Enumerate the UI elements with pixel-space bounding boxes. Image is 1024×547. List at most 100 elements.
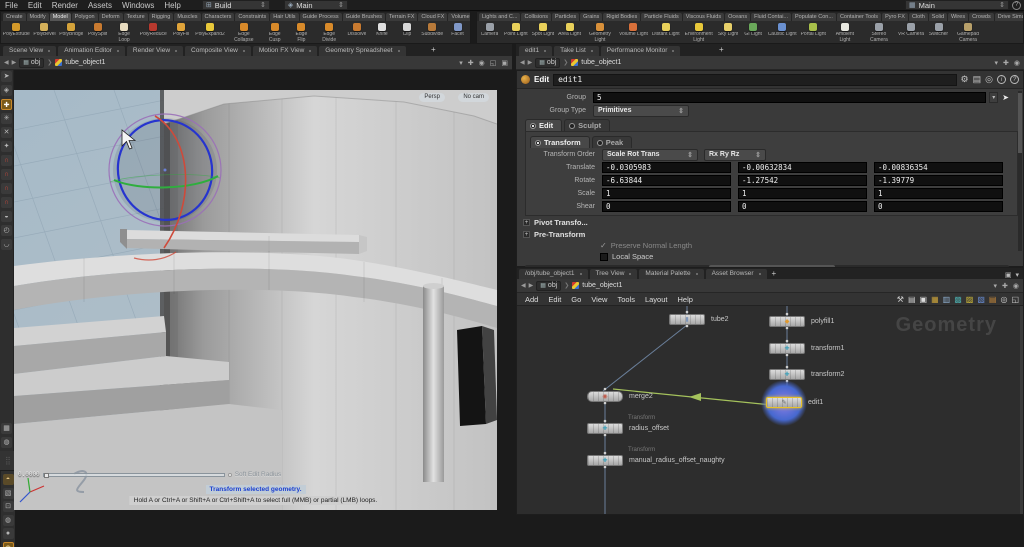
shelf-tool[interactable]: Edge Collapse	[227, 21, 261, 44]
rotate-y-field[interactable]: -1.27542	[738, 175, 867, 186]
soft-edit-radius-slider[interactable]: 0.0000 Soft Edit Radius	[18, 471, 281, 478]
shelf-tab[interactable]: Wires	[948, 13, 968, 21]
shelf-tab[interactable]: Populate Con...	[792, 13, 836, 21]
pane-tab[interactable]: Asset Browser	[706, 269, 767, 279]
toolbar-icon[interactable]: ▦	[1, 423, 12, 434]
shelf-tool[interactable]: Caustic Light	[766, 21, 799, 44]
shelf-tool[interactable]: PolyReduce	[138, 21, 169, 44]
shelf-tab[interactable]: Cloth	[909, 13, 928, 21]
display-option-icon[interactable]: ◉	[3, 542, 14, 547]
back-icon[interactable]: ◀	[520, 59, 525, 66]
shelf-tool[interactable]: PolyExpand2D	[194, 21, 228, 44]
toolbar-icon[interactable]: ∩	[1, 183, 12, 194]
pre-transform-label[interactable]: Pre-Transform	[534, 230, 585, 239]
pane-tab[interactable]: Render View	[127, 46, 183, 56]
toolbar-icon[interactable]: ∩	[1, 197, 12, 208]
pin-icon[interactable]: ✚	[468, 59, 474, 67]
shelf-tab[interactable]: Viscous Fluids	[683, 13, 724, 21]
soft-edit-thumb[interactable]	[44, 473, 49, 478]
presets-icon[interactable]: ▤	[973, 74, 982, 85]
shelf-tool[interactable]: Stereo Camera	[862, 21, 896, 44]
network-toolbar-icon[interactable]: ▣	[920, 295, 928, 304]
pane-tab[interactable]: Composite View	[185, 46, 251, 56]
toolbar-drag-handle[interactable]: ⣿	[5, 456, 11, 465]
shelf-tab[interactable]: Guide Brushes	[343, 13, 385, 21]
menu-item[interactable]: Edit	[23, 1, 47, 10]
soft-edit-track[interactable]	[43, 473, 225, 477]
node-transform1[interactable]: ✚ transform1	[769, 343, 805, 354]
group-dropdown-icon[interactable]: ▾	[989, 92, 998, 103]
network-toolbar-icon[interactable]: ▨	[966, 295, 974, 304]
toolbar-icon[interactable]: ✕	[1, 127, 12, 138]
pin-icon[interactable]: ✚	[1002, 282, 1008, 290]
shelf-tab[interactable]: Create	[3, 13, 26, 21]
network-toolbar-icon[interactable]: ▤	[908, 295, 916, 304]
shelf-tab[interactable]: Polygon	[72, 13, 98, 21]
breadcrumb-context[interactable]: ▦ obj	[19, 58, 44, 68]
add-pane-tab-button[interactable]: +	[769, 269, 780, 279]
network-vscrollbar[interactable]	[1020, 306, 1023, 514]
shelf-tool[interactable]: VR Camera	[896, 21, 926, 44]
help-icon[interactable]: ?	[1010, 75, 1019, 84]
shelf-tool[interactable]: Area Light	[556, 21, 583, 44]
pane-tab[interactable]: Performance Monitor	[601, 46, 681, 56]
shelf-tab[interactable]: Pyro FX	[882, 13, 908, 21]
toolbar-icon[interactable]: ◈	[1, 85, 12, 96]
shear-z-field[interactable]: 0	[874, 201, 1003, 212]
shelf-tool[interactable]: GI Light	[741, 21, 766, 44]
dropdown-icon[interactable]: ▾	[1015, 271, 1019, 279]
shelf-tab[interactable]: Crowds	[969, 13, 994, 21]
shelf-tool[interactable]: Switcher	[926, 21, 951, 44]
shelf-tool[interactable]: Edge Loop	[110, 21, 138, 44]
toolbar-icon[interactable]: ➤	[1, 71, 12, 82]
scale-x-field[interactable]: 1	[602, 188, 731, 199]
node-merge2[interactable]: ◉ merge2	[587, 391, 623, 402]
node-name-field[interactable]: edit1	[553, 74, 956, 86]
translate-z-field[interactable]: -0.00836354	[874, 162, 1003, 173]
toolbar-icon[interactable]: ◡	[1, 239, 12, 250]
group-type-select[interactable]: Primitives ⇕	[593, 105, 689, 117]
pane-tab[interactable]: Material Palette	[639, 269, 703, 279]
shelf-tool[interactable]: Clip	[394, 21, 419, 44]
shelf-tab[interactable]: Muscles	[174, 13, 200, 21]
toolbar-icon[interactable]: ✚	[1, 99, 12, 110]
shelf-tool[interactable]: Environment Light	[682, 21, 716, 44]
shelf-tab[interactable]: Deform	[99, 13, 123, 21]
shelf-tool[interactable]: Volume Light	[617, 21, 650, 44]
radial-menu-icon[interactable]: ◉	[1013, 282, 1019, 290]
toolbar-icon[interactable]: ◴	[1, 225, 12, 236]
rotate-x-field[interactable]: -6.63844	[602, 175, 731, 186]
shelf-tab[interactable]: Particles	[552, 13, 579, 21]
tab-peak[interactable]: Peak	[592, 136, 633, 148]
shear-x-field[interactable]: 0	[602, 201, 731, 212]
shelf-tab[interactable]: Collisions	[521, 13, 551, 21]
shelf-tab[interactable]: Drive Simula...	[995, 13, 1023, 21]
group-select-arrow-icon[interactable]: ➤	[1002, 93, 1009, 102]
add-pane-tab-button[interactable]: +	[716, 45, 727, 55]
node-radius-offset[interactable]: ✚ radius_offset	[587, 423, 623, 434]
param-vscrollbar[interactable]	[1018, 91, 1022, 251]
shelf-tool[interactable]: Knife	[369, 21, 394, 44]
shelf-tool[interactable]: Ambient Light	[828, 21, 862, 44]
add-pane-tab-button[interactable]: +	[428, 45, 439, 55]
pane-tab[interactable]: Scene View	[3, 46, 56, 56]
menu-item[interactable]: File	[0, 1, 23, 10]
scale-z-field[interactable]: 1	[874, 188, 1003, 199]
pane-tab[interactable]: edit1	[519, 46, 552, 56]
shelf-tool[interactable]: PolySplit	[85, 21, 110, 44]
dropdown-icon[interactable]: ▾	[994, 282, 998, 290]
rotate-z-field[interactable]: -1.39779	[874, 175, 1003, 186]
pane-tab[interactable]: Animation Editor	[58, 46, 125, 56]
shelf-tool[interactable]: Sky Light	[716, 21, 741, 44]
toolbar-icon[interactable]: ∩	[1, 155, 12, 166]
toolbar-icon[interactable]: ✳	[1, 113, 12, 124]
menu-item[interactable]: Windows	[117, 1, 159, 10]
network-toolbar-icon[interactable]: ⚒	[897, 295, 904, 304]
pane-tab[interactable]: Take List	[554, 46, 599, 56]
radial-menu-icon[interactable]: ◉	[479, 59, 485, 67]
shelf-tool[interactable]: PolyExtrude	[1, 21, 32, 44]
breadcrumb-node[interactable]: tube_object1	[582, 282, 622, 289]
search-params-icon[interactable]: ◎	[985, 74, 993, 85]
display-option-icon[interactable]: ◍	[3, 515, 14, 526]
network-menu-item[interactable]: View	[587, 295, 611, 304]
